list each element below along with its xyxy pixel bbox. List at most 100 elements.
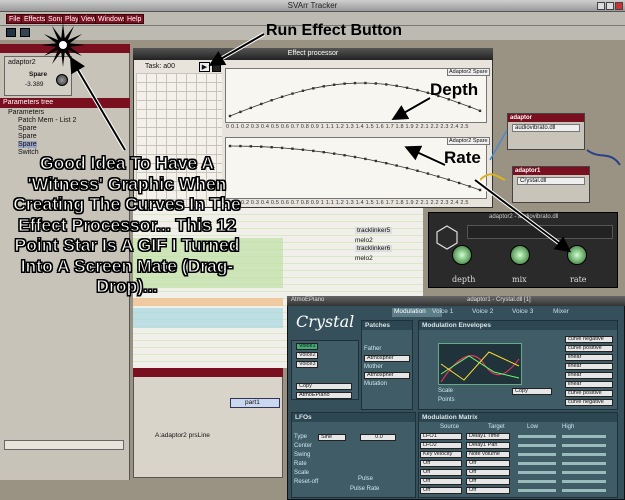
matrix-high-slider[interactable] <box>562 435 606 438</box>
matrix-source-dropdown[interactable]: LFO2 <box>420 442 462 449</box>
envelope-curve-dropdown[interactable]: linear <box>565 354 613 361</box>
matrix-source-dropdown[interactable]: Off <box>420 469 462 476</box>
tab-voice3[interactable]: Voice 3 <box>512 308 533 315</box>
voice1-button[interactable]: Voice1 <box>296 343 318 350</box>
rate-curve-editor[interactable] <box>225 137 487 199</box>
matrix-high-slider[interactable] <box>562 489 606 492</box>
tree-item-spare-1[interactable]: Spare <box>18 125 37 132</box>
curve-point[interactable] <box>260 102 263 106</box>
menu-help[interactable]: Help <box>124 14 145 24</box>
curve-point[interactable] <box>395 164 398 167</box>
matrix-target-dropdown[interactable]: Off <box>466 487 510 494</box>
stop-button[interactable] <box>212 62 221 72</box>
tree-item-spare-2[interactable]: Spare <box>18 133 37 140</box>
curve-point[interactable] <box>228 114 232 118</box>
matrix-target-dropdown[interactable]: Off <box>466 469 510 476</box>
copy-dropdown[interactable]: Copy <box>296 383 352 390</box>
curve-point[interactable] <box>343 154 346 157</box>
curve-point[interactable] <box>457 181 461 185</box>
matrix-high-slider[interactable] <box>562 480 606 483</box>
lfo-type-dropdown[interactable]: Sine <box>318 434 346 441</box>
matrix-target-dropdown[interactable]: Delay1 Time <box>466 433 510 440</box>
curve-point[interactable] <box>322 85 325 88</box>
matrix-source-dropdown[interactable]: Off <box>420 487 462 494</box>
curve-point[interactable] <box>416 88 419 92</box>
curve-point[interactable] <box>364 81 367 85</box>
curve-point[interactable] <box>343 82 346 85</box>
envelope-graph[interactable] <box>438 343 522 385</box>
envelope-curve-dropdown[interactable]: curve positive <box>565 390 613 397</box>
matrix-target-dropdown[interactable]: Off <box>466 478 510 485</box>
curve-point[interactable] <box>239 144 242 148</box>
curve-point[interactable] <box>270 99 273 102</box>
minimize-icon[interactable] <box>597 2 605 10</box>
matrix-target-dropdown[interactable]: Delay1 Pan <box>466 442 510 449</box>
curve-point[interactable] <box>312 87 315 90</box>
curve-point[interactable] <box>426 91 430 95</box>
curve-point[interactable] <box>249 145 253 148</box>
matrix-high-slider[interactable] <box>562 462 606 465</box>
curve-point[interactable] <box>426 172 430 175</box>
curve-point[interactable] <box>374 82 378 85</box>
curve-point[interactable] <box>312 149 315 153</box>
tree-item-patch-mem[interactable]: Patch Mem - List 2 <box>18 117 76 124</box>
curve-point[interactable] <box>332 83 336 86</box>
matrix-target-dropdown[interactable]: Off <box>466 460 510 467</box>
matrix-low-slider[interactable] <box>518 471 556 474</box>
rate-curve[interactable] <box>226 138 486 198</box>
curve-point[interactable] <box>322 150 325 154</box>
tab-voice1[interactable]: Voice 1 <box>432 308 453 315</box>
curve-point[interactable] <box>364 157 367 161</box>
envelope-curve-dropdown[interactable]: curve negative <box>565 336 613 343</box>
matrix-source-dropdown[interactable]: Key velocity <box>420 451 462 458</box>
maximize-icon[interactable] <box>606 2 614 10</box>
curve-point[interactable] <box>457 101 461 105</box>
curve-point[interactable] <box>280 146 284 150</box>
matrix-low-slider[interactable] <box>518 480 556 483</box>
matrix-source-dropdown[interactable]: Off <box>420 460 462 467</box>
matrix-source-dropdown[interactable]: Off <box>420 478 462 485</box>
curve-point[interactable] <box>332 152 336 155</box>
matrix-low-slider[interactable] <box>518 453 556 456</box>
matrix-low-slider[interactable] <box>518 444 556 447</box>
curve-point[interactable] <box>353 81 357 85</box>
curve-point[interactable] <box>239 110 242 114</box>
curve-point[interactable] <box>447 178 450 181</box>
curve-point[interactable] <box>353 155 357 159</box>
curve-point[interactable] <box>260 145 263 148</box>
curve-point[interactable] <box>405 166 409 170</box>
matrix-target-dropdown[interactable]: Note volume <box>466 451 510 458</box>
left-bottom-bar[interactable] <box>4 440 124 450</box>
tab-voice2[interactable]: Voice 2 <box>472 308 493 315</box>
mother-dropdown[interactable]: Atmospher <box>364 372 410 379</box>
curve-point[interactable] <box>395 84 398 88</box>
envelope-curve-dropdown[interactable]: curve positive <box>565 345 613 352</box>
voice3-button[interactable]: Voice3 <box>296 361 318 368</box>
curve-point[interactable] <box>228 144 232 148</box>
lfo-value[interactable]: 0.0 <box>360 434 396 441</box>
env-copy-dropdown[interactable]: Copy <box>512 388 552 395</box>
tab-mixer[interactable]: Mixer <box>553 308 569 315</box>
matrix-low-slider[interactable] <box>518 462 556 465</box>
envelope-curve-dropdown[interactable]: curve negative <box>565 399 613 406</box>
settings-icon[interactable] <box>20 28 30 37</box>
curve-point[interactable] <box>416 169 419 172</box>
run-effect-button[interactable]: ▶ <box>199 62 210 72</box>
envelope-curve-dropdown[interactable]: linear <box>565 372 613 379</box>
curve-point[interactable] <box>270 146 273 149</box>
matrix-high-slider[interactable] <box>562 444 606 447</box>
preset-dropdown[interactable]: AtmoEPiano <box>296 392 352 399</box>
depth-knob[interactable] <box>452 245 472 265</box>
curve-point[interactable] <box>374 159 378 163</box>
tree-root[interactable]: Parameters <box>8 109 44 116</box>
curve-point[interactable] <box>301 89 305 92</box>
curve-point[interactable] <box>468 185 471 188</box>
curve-point[interactable] <box>468 105 471 109</box>
envelope-curve-dropdown[interactable]: linear <box>565 363 613 370</box>
rate-knob[interactable] <box>567 245 587 265</box>
matrix-low-slider[interactable] <box>518 435 556 438</box>
matrix-high-slider[interactable] <box>562 453 606 456</box>
matrix-low-slider[interactable] <box>518 489 556 492</box>
tree-item-spare-3[interactable]: Spare <box>18 141 37 148</box>
father-dropdown[interactable]: Atmospher <box>364 355 410 362</box>
